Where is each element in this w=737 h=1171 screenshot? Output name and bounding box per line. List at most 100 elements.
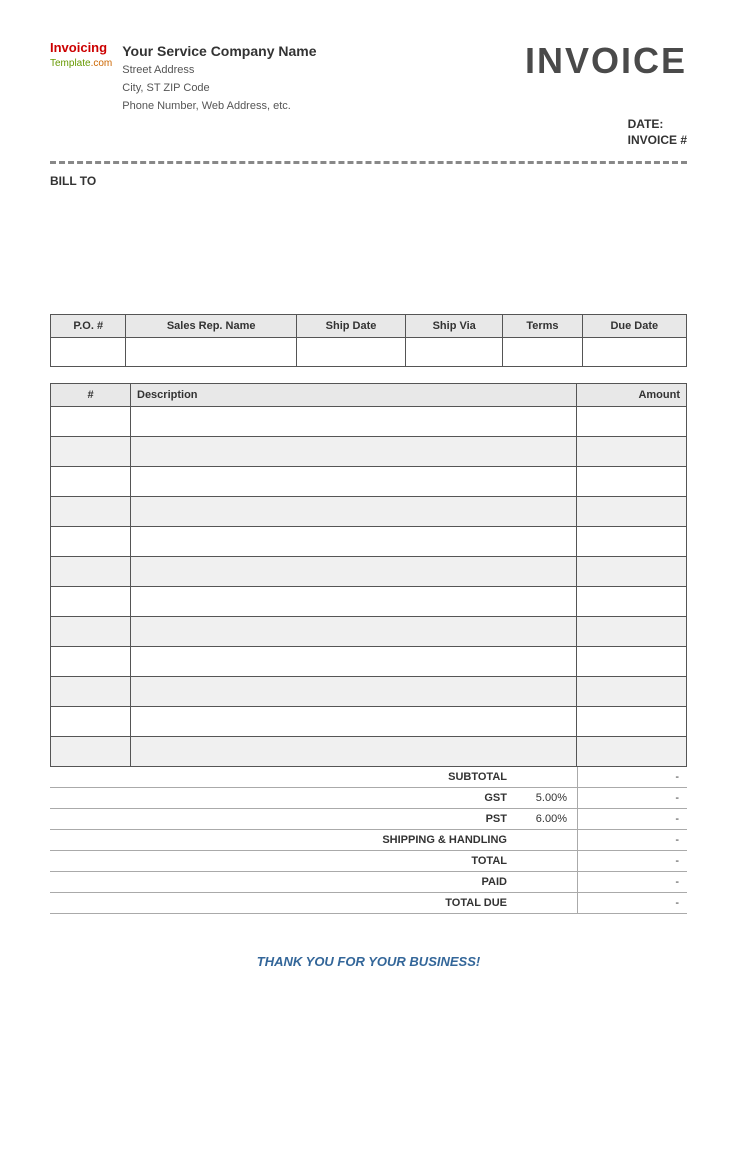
paid-row: PAID - — [50, 872, 687, 893]
table-row — [51, 557, 687, 587]
total-value: - — [577, 851, 687, 871]
table-row — [51, 467, 687, 497]
item-amt-cell — [577, 467, 687, 497]
items-table: # Description Amount — [50, 383, 687, 767]
pst-row: PST 6.00% - — [50, 809, 687, 830]
table-row — [51, 617, 687, 647]
col-terms: Terms — [503, 315, 582, 338]
ship-date-value — [296, 338, 405, 367]
total-row: TOTAL - — [50, 851, 687, 872]
item-num-cell — [51, 467, 131, 497]
item-num-cell — [51, 587, 131, 617]
item-num-cell — [51, 527, 131, 557]
header-left: Invoicing Template.com Your Service Comp… — [50, 40, 317, 115]
item-desc-cell — [131, 527, 577, 557]
company-street: Street Address — [122, 62, 316, 80]
company-city: City, ST ZIP Code — [122, 80, 316, 98]
item-amt-cell — [577, 437, 687, 467]
total-due-row: TOTAL DUE - — [50, 893, 687, 914]
table-row — [51, 587, 687, 617]
col-item-num: # — [51, 384, 131, 407]
table-row — [51, 437, 687, 467]
totals-section: SUBTOTAL - GST 5.00% - PST 6.00% - SHIPP… — [50, 767, 687, 914]
item-num-cell — [51, 407, 131, 437]
item-num-cell — [51, 617, 131, 647]
gst-row: GST 5.00% - — [50, 788, 687, 809]
item-amt-cell — [577, 527, 687, 557]
item-desc-cell — [131, 647, 577, 677]
gst-label: GST — [297, 788, 517, 808]
terms-value — [503, 338, 582, 367]
item-num-cell — [51, 707, 131, 737]
thank-you-message: THANK YOU FOR YOUR BUSINESS! — [50, 954, 687, 969]
date-label: DATE: — [628, 117, 687, 131]
col-item-desc: Description — [131, 384, 577, 407]
gst-value: - — [577, 788, 687, 808]
item-amt-cell — [577, 407, 687, 437]
table-row — [51, 737, 687, 767]
item-desc-cell — [131, 557, 577, 587]
subtotal-row: SUBTOTAL - — [50, 767, 687, 788]
subtotal-value: - — [577, 767, 687, 787]
total-rate — [517, 851, 577, 871]
item-amt-cell — [577, 497, 687, 527]
total-due-rate — [517, 893, 577, 913]
table-row — [51, 677, 687, 707]
item-num-cell — [51, 677, 131, 707]
item-amt-cell — [577, 617, 687, 647]
pst-rate: 6.00% — [517, 809, 577, 829]
item-desc-cell — [131, 437, 577, 467]
invoice-num-label: INVOICE # — [628, 133, 687, 147]
col-sales-rep: Sales Rep. Name — [126, 315, 296, 338]
item-num-cell — [51, 647, 131, 677]
total-due-label: TOTAL DUE — [297, 893, 517, 913]
info-table-data-row — [51, 338, 687, 367]
logo-block: Invoicing Template.com — [50, 40, 112, 70]
table-row — [51, 647, 687, 677]
table-row — [51, 407, 687, 437]
item-desc-cell — [131, 407, 577, 437]
logo-com-text: .com — [91, 58, 113, 69]
item-desc-cell — [131, 707, 577, 737]
col-ship-date: Ship Date — [296, 315, 405, 338]
company-phone: Phone Number, Web Address, etc. — [122, 98, 316, 116]
paid-label: PAID — [297, 872, 517, 892]
paid-value: - — [577, 872, 687, 892]
item-amt-cell — [577, 737, 687, 767]
item-desc-cell — [131, 617, 577, 647]
shipping-row: SHIPPING & HANDLING - — [50, 830, 687, 851]
col-due-date: Due Date — [582, 315, 686, 338]
item-desc-cell — [131, 467, 577, 497]
table-row — [51, 707, 687, 737]
item-amt-cell — [577, 647, 687, 677]
gst-rate: 5.00% — [517, 788, 577, 808]
header: Invoicing Template.com Your Service Comp… — [50, 40, 687, 115]
items-header-row: # Description Amount — [51, 384, 687, 407]
total-label: TOTAL — [297, 851, 517, 871]
col-po-num: P.O. # — [51, 315, 126, 338]
item-num-cell — [51, 437, 131, 467]
date-invoice-block: DATE: INVOICE # — [628, 117, 687, 147]
col-item-amt: Amount — [577, 384, 687, 407]
info-table: P.O. # Sales Rep. Name Ship Date Ship Vi… — [50, 314, 687, 367]
shipping-rate — [517, 830, 577, 850]
bill-to-label: BILL TO — [50, 174, 687, 188]
item-amt-cell — [577, 707, 687, 737]
item-amt-cell — [577, 677, 687, 707]
item-desc-cell — [131, 677, 577, 707]
bill-to-section: BILL TO — [50, 174, 687, 254]
logo-invoicing: Invoicing — [50, 40, 112, 57]
item-desc-cell — [131, 587, 577, 617]
shipping-value: - — [577, 830, 687, 850]
table-row — [51, 497, 687, 527]
item-amt-cell — [577, 557, 687, 587]
invoice-title: INVOICE — [525, 40, 687, 82]
po-num-value — [51, 338, 126, 367]
dashed-separator — [50, 161, 687, 164]
logo-tmpl-text: Template — [50, 58, 91, 69]
item-desc-cell — [131, 737, 577, 767]
subtotal-label: SUBTOTAL — [297, 767, 517, 787]
paid-rate — [517, 872, 577, 892]
header-bottom: DATE: INVOICE # — [50, 117, 687, 147]
logo-template: Template.com — [50, 57, 112, 70]
